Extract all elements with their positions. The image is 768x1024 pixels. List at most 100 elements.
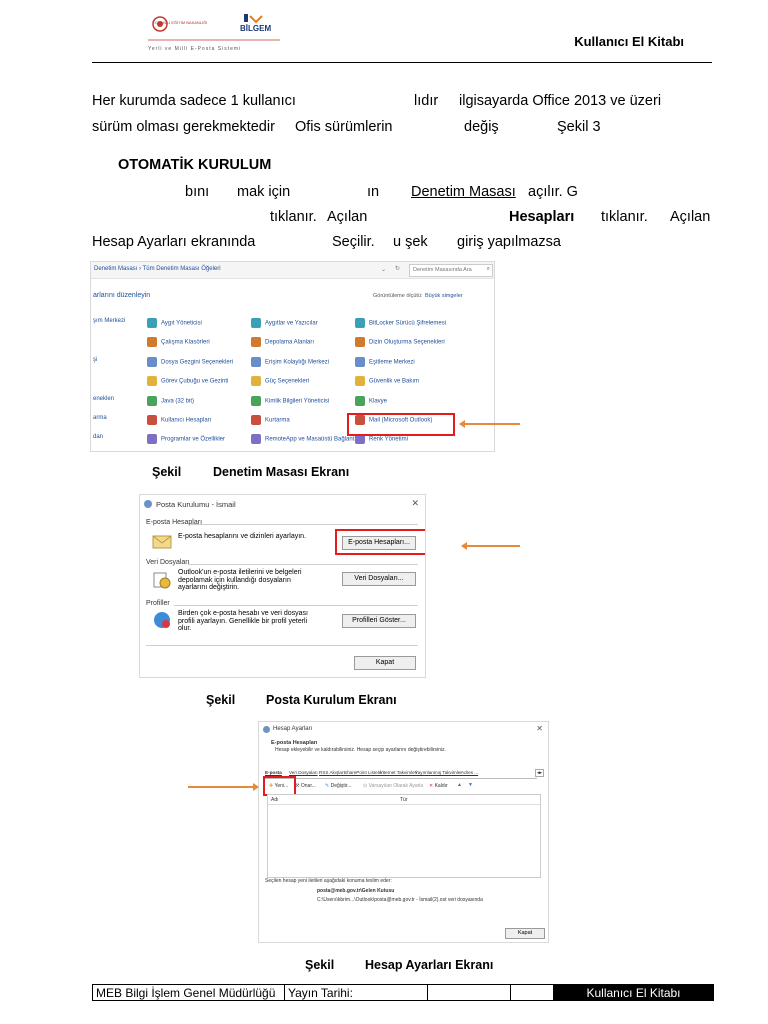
cp-item-label: BitLocker Sürücü Şifrelemesi <box>369 320 447 327</box>
show-profiles-button[interactable]: Profilleri Göster... <box>342 614 416 628</box>
sec3-line <box>174 605 418 606</box>
cp-item[interactable]: Java (32 bit) <box>147 396 194 406</box>
cp-item[interactable]: Klavye <box>355 396 387 406</box>
remove-icon: ✕ <box>429 783 434 789</box>
toolbar-change-button[interactable]: ✎ Değiştir... <box>325 783 351 789</box>
data-files-button[interactable]: Veri Dosyaları... <box>342 572 416 586</box>
tab-scroll-icon[interactable]: ◂▸ <box>535 769 545 777</box>
account-tab[interactable]: Veri Dosyaları <box>289 770 318 775</box>
cp-item[interactable]: Güvenlik ve Bakım <box>355 376 419 386</box>
toolbar-default-button[interactable]: ⊙ Varsayılan Olarak Ayarla <box>363 783 423 789</box>
section-l1b: mak için <box>237 184 291 200</box>
section-l3b: Seçilir. <box>332 234 375 250</box>
cp-item[interactable]: Çalışma Klasörleri <box>147 337 210 347</box>
account-tab[interactable]: İnternet Takvimleri <box>380 770 417 775</box>
delivery-path: C:\Users\kbrim...\Outlook\posta@meb.gov.… <box>317 897 483 903</box>
account-settings-dialog: Hesap Ayarları ✕ E-posta Hesapları Hesap… <box>258 721 549 943</box>
col-type-header[interactable]: Tür <box>400 797 408 803</box>
account-tab[interactable]: E-posta <box>265 770 282 775</box>
section-l3d: giriş yapılmazsa <box>457 234 561 250</box>
cp-item[interactable]: Programlar ve Özellikler <box>147 434 225 444</box>
cp-search-input[interactable]: Denetim Masasında Ara ⌕ <box>409 264 493 277</box>
move-down-icon[interactable]: ▼ <box>468 782 473 788</box>
cp-item[interactable]: Aygıtlar ve Yazıcılar <box>251 318 318 328</box>
para1-l1b: lıdır <box>414 93 439 109</box>
close-icon[interactable]: ✕ <box>411 498 419 509</box>
header-title: Kullanıcı El Kitabı <box>574 34 684 49</box>
section-l1e: açılır. G <box>528 184 578 200</box>
mail-setup-close-button[interactable]: Kapat <box>354 656 416 670</box>
cp-item[interactable]: şi <box>93 357 97 363</box>
account-subheading: Hesap ekleyebilir ve kaldırabilirsiniz. … <box>275 747 446 753</box>
cp-item[interactable]: şım Merkezi <box>93 318 125 324</box>
section-l2e: Açılan <box>670 209 711 225</box>
cp-item[interactable]: Kullanıcı Hesapları <box>147 415 211 425</box>
cp-item[interactable]: Güç Seçenekleri <box>251 376 309 386</box>
sec2-label: Veri Dosyaları <box>146 559 190 566</box>
mail-setup-dialog: Posta Kurulumu - İsmail ✕ E-posta Hesapl… <box>139 494 426 678</box>
para1-l1c: ilgisayarda Office 2013 ve üzeri <box>459 93 662 109</box>
envelope-icon <box>152 535 172 549</box>
account-list-header: Adı Tür <box>268 795 540 805</box>
figure1-caption-prefix: Şekil <box>152 465 182 479</box>
account-tab[interactable]: Adres ... <box>461 770 478 775</box>
close-icon[interactable]: ✕ <box>536 724 543 733</box>
cp-item[interactable]: Eşitleme Merkezi <box>355 357 415 367</box>
account-tab[interactable]: RSS Akışları <box>319 770 345 775</box>
mail-setup-title: Posta Kurulumu - İsmail <box>156 500 236 509</box>
cp-item[interactable]: Kurtarma <box>251 415 290 425</box>
logo-bilgem-text: BİLGEM <box>240 24 272 33</box>
cp-item[interactable]: Dosya Gezgini Seçenekleri <box>147 357 233 367</box>
cp-view-value[interactable]: Büyük simgeler <box>425 293 463 299</box>
account-tab[interactable]: Yayımlanmış Takvimler <box>415 770 462 775</box>
account-settings-close-button[interactable]: Kapat <box>505 928 545 939</box>
cp-item-icon <box>251 396 261 406</box>
cp-item[interactable]: Dizin Oluşturma Seçenekleri <box>355 337 445 347</box>
sec3-text: Birden çok e-posta hesabı ve veri dosyas… <box>178 610 308 632</box>
cp-item[interactable]: dan <box>93 434 103 440</box>
cp-item-icon <box>147 434 157 444</box>
sec2-text: Outlook'un e-posta iletilerini ve belgel… <box>178 569 302 591</box>
logo-meb-text: T.C. MİLLİ EĞİTİM BAKANLIĞI <box>152 20 208 25</box>
cp-item[interactable]: Kimlik Bilgileri Yöneticisi <box>251 396 329 406</box>
cp-item-label: eneklen <box>93 396 115 402</box>
cp-item[interactable]: Görev Çubuğu ve Gezinti <box>147 376 228 386</box>
toolbar-remove-button[interactable]: ✕ Kaldır <box>429 783 448 789</box>
sec1-line <box>190 524 418 525</box>
cp-item-icon <box>147 357 157 367</box>
section-l1d-link[interactable]: Denetim Masası <box>411 184 516 200</box>
refresh-icon[interactable]: ↻ <box>395 265 400 272</box>
section-l2c: Hesapları <box>509 209 575 225</box>
cp-address-bar: Denetim Masası › Tüm Denetim Masası Öğel… <box>91 262 494 279</box>
move-up-icon[interactable]: ▲ <box>457 782 462 788</box>
account-toolbar: ✚ Yeni... ⚒ Onar... ✎ Değiştir... ⊙ Vars… <box>265 780 537 792</box>
cp-item-label: Görev Çubuğu ve Gezinti <box>161 378 229 385</box>
mail-highlight-box <box>347 413 455 436</box>
chevron-down-icon[interactable]: ⌄ <box>381 266 386 273</box>
cp-item[interactable]: Erişim Kolaylığı Merkezi <box>251 357 329 367</box>
cp-item[interactable]: RemoteApp ve Masaüstü Bağlantıları <box>251 434 364 444</box>
cp-item[interactable]: Depolama Alanları <box>251 337 314 347</box>
cp-item[interactable]: arma <box>93 415 107 421</box>
header-rule <box>92 62 712 63</box>
default-icon: ⊙ <box>363 783 368 789</box>
cp-item[interactable]: BitLocker Sürücü Şifrelemesi <box>355 318 446 328</box>
footer-line <box>146 645 418 646</box>
section-l3a: Hesap Ayarları ekranında <box>92 234 256 250</box>
cp-item-icon <box>251 415 261 425</box>
footer-title: Kullanıcı El Kitabı <box>553 984 714 1001</box>
cp-item-label: Aygıtlar ve Yazıcılar <box>265 320 318 327</box>
cp-breadcrumb[interactable]: Denetim Masası › Tüm Denetim Masası Öğel… <box>94 266 221 272</box>
account-list[interactable]: Adı Tür <box>267 794 541 878</box>
figure3-caption: Hesap Ayarları Ekranı <box>365 958 494 972</box>
cp-view-label: Görüntüleme ölçütü: <box>373 293 423 299</box>
delivery-email: posta@meb.gov.tr\Gelen Kutusu <box>317 888 395 894</box>
account-tab[interactable]: SharePoint Listeleri <box>344 770 384 775</box>
toolbar-repair-button[interactable]: ⚒ Onar... <box>295 783 316 789</box>
cp-item-label: Aygıt Yöneticisi <box>161 320 202 327</box>
account-settings-icon <box>263 726 270 733</box>
footer-date-label: Yayın Tarihi: <box>284 984 428 1001</box>
cp-item[interactable]: eneklen <box>93 396 114 402</box>
col-name-header[interactable]: Adı <box>271 797 279 803</box>
cp-item[interactable]: Aygıt Yöneticisi <box>147 318 202 328</box>
